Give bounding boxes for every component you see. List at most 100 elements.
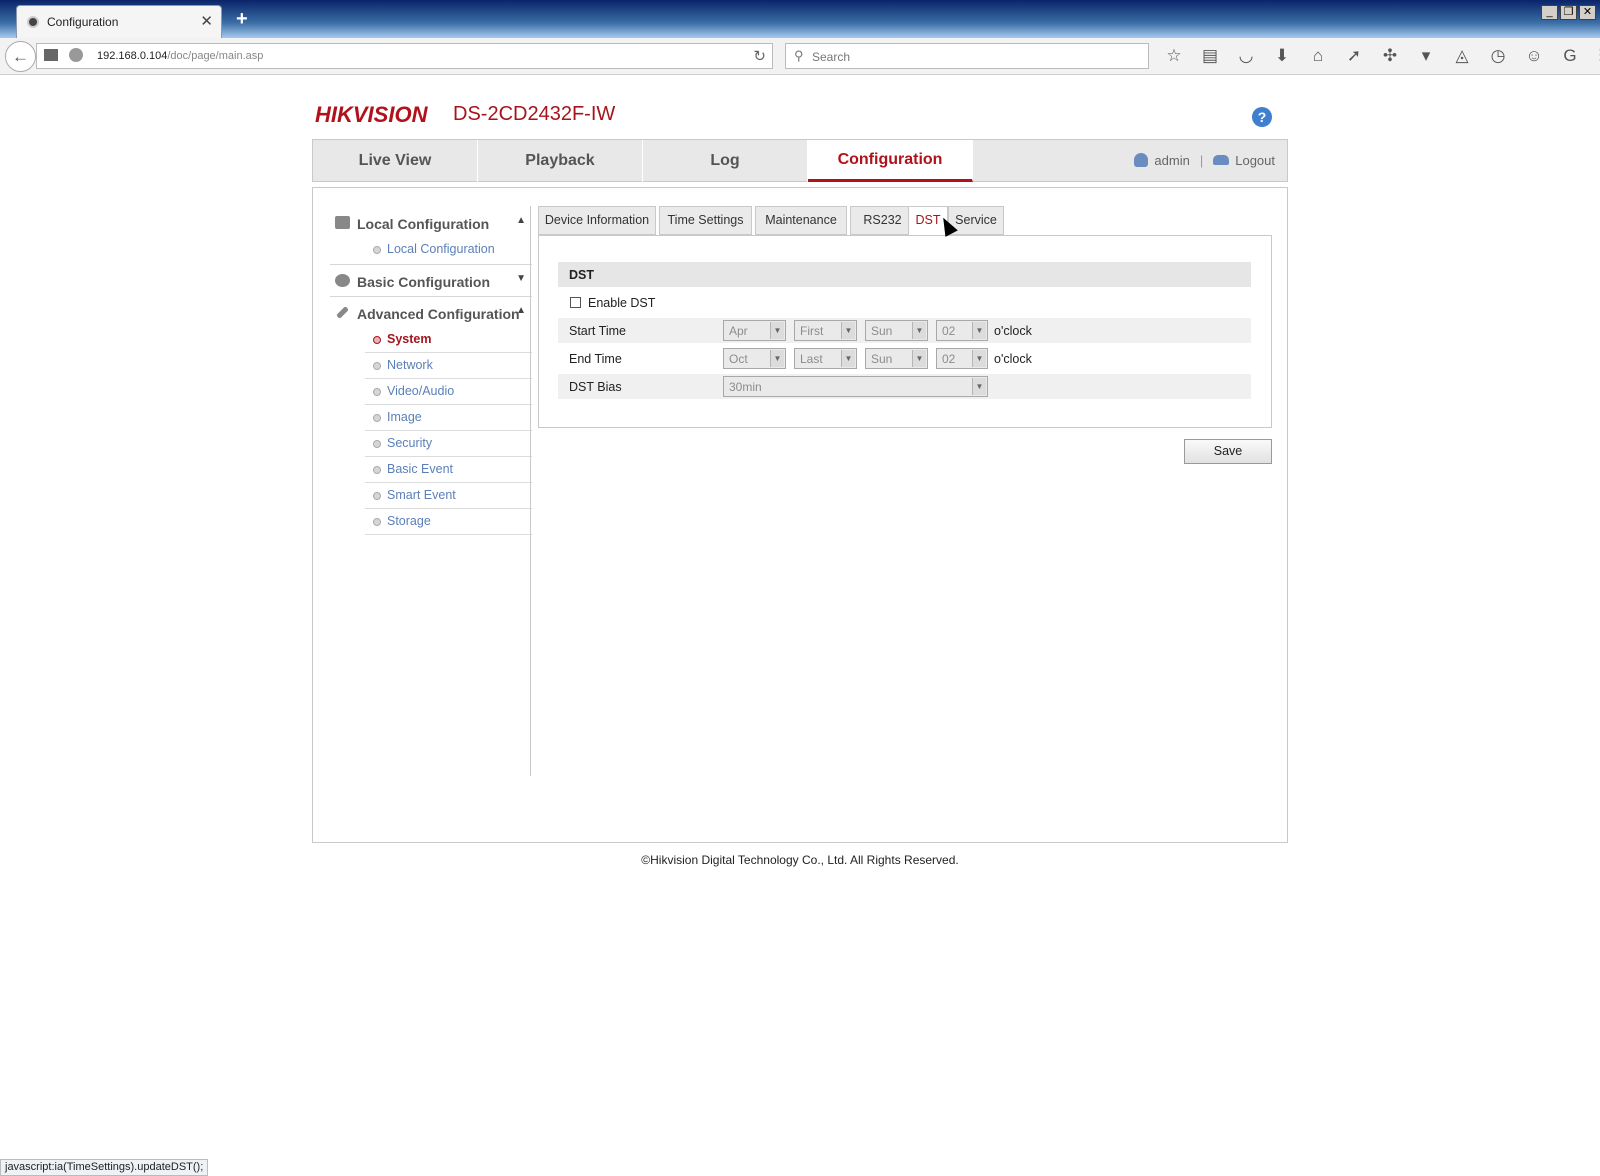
download-icon[interactable]: ⬇ — [1270, 46, 1294, 66]
bullet-icon — [373, 440, 381, 448]
start-day-select[interactable]: Sun ▼ — [865, 320, 928, 341]
pocket-icon[interactable]: ◡ — [1234, 46, 1258, 66]
user-icon — [1134, 153, 1149, 167]
search-input[interactable]: ⚲ Search — [785, 43, 1149, 69]
identity-icon[interactable] — [69, 48, 83, 62]
end-time-label: End Time — [569, 352, 622, 366]
extension-history-icon[interactable]: ◷ — [1486, 46, 1510, 66]
home-icon[interactable]: ⌂ — [1306, 46, 1330, 66]
main-nav: Live View Playback Log Configuration adm… — [312, 139, 1288, 182]
browser-tab[interactable]: Configuration ✕ — [16, 5, 222, 38]
chevron-up-icon[interactable]: ▲ — [516, 305, 526, 316]
sidebar-item-network[interactable]: Network — [365, 353, 532, 379]
reading-list-icon[interactable]: ▤ — [1198, 46, 1222, 66]
divider — [330, 296, 532, 297]
browser-navbar: ← 192.168.0.104/doc/page/main.asp ↻ ⚲ Se… — [0, 38, 1600, 75]
logout-link[interactable]: Logout — [1235, 153, 1275, 168]
sidebar-divider — [530, 206, 531, 776]
save-button[interactable]: Save — [1184, 439, 1272, 464]
sidebar-section-local[interactable]: Local Configuration ▲ — [330, 210, 532, 238]
start-time-row: Start Time Apr ▼ First ▼ Sun ▼ 02 ▼ o'clock — [558, 318, 1251, 343]
bullet-icon — [373, 518, 381, 526]
sidebar-item-security[interactable]: Security — [365, 431, 532, 457]
toolbar-icons: ☆ ▤ ◡ ⬇ ⌂ ➚ ✣ ▾ ◬ ◷ ☺ G ☰ — [1162, 46, 1600, 66]
tab-time-settings[interactable]: Time Settings — [659, 206, 752, 235]
section-label: Basic Configuration — [357, 274, 491, 290]
sidebar-item-label: Image — [387, 410, 422, 424]
sidebar-item-video-audio[interactable]: Video/Audio — [365, 379, 532, 405]
browser-titlebar: Configuration ✕ + _ ❐ ✕ — [0, 0, 1600, 38]
chevron-down-icon: ▼ — [972, 350, 986, 367]
nav-configuration[interactable]: Configuration — [808, 140, 973, 182]
select-value: Last — [800, 352, 823, 366]
menu-icon[interactable]: ☰ — [1594, 46, 1600, 66]
hikvision-logo: HIKVISION — [315, 102, 428, 127]
sidebar-item-label: Network — [387, 358, 433, 372]
sidebar-section-basic[interactable]: Basic Configuration ▼ — [330, 268, 532, 296]
chevron-down-icon[interactable]: ▼ — [516, 273, 526, 284]
dst-bias-select[interactable]: 30min ▼ — [723, 376, 988, 397]
sidebar-item-image[interactable]: Image — [365, 405, 532, 431]
start-month-select[interactable]: Apr ▼ — [723, 320, 786, 341]
chevron-down-icon: ▼ — [841, 350, 855, 367]
tab-maintenance[interactable]: Maintenance — [755, 206, 847, 235]
sidebar-item-smart-event[interactable]: Smart Event — [365, 483, 532, 509]
sidebar-item-local-configuration[interactable]: Local Configuration — [365, 237, 532, 263]
monitor-icon — [335, 216, 350, 229]
nav-live-view[interactable]: Live View — [313, 140, 478, 182]
restore-icon[interactable]: ❐ — [1560, 5, 1577, 20]
tab-rs232[interactable]: RS232 — [850, 206, 915, 235]
username: admin — [1154, 153, 1190, 168]
send-icon[interactable]: ➚ — [1342, 46, 1366, 66]
device-model: DS-2CD2432F-IW — [453, 103, 616, 125]
help-icon[interactable]: ? — [1252, 107, 1272, 127]
back-icon[interactable]: ← — [5, 41, 36, 72]
wrench-icon — [336, 306, 349, 319]
select-value: Oct — [729, 352, 748, 366]
bullet-icon — [373, 336, 381, 344]
end-hour-select[interactable]: 02 ▼ — [936, 348, 988, 369]
nav-playback[interactable]: Playback — [478, 140, 643, 182]
url-bar[interactable]: 192.168.0.104/doc/page/main.asp ↻ — [36, 43, 773, 69]
select-value: Apr — [729, 324, 748, 338]
select-value: Sun — [871, 324, 893, 338]
dropdown-icon[interactable]: ▾ — [1414, 46, 1438, 66]
close-tab-icon[interactable]: ✕ — [200, 12, 213, 30]
user-area: admin | Logout — [1134, 153, 1275, 168]
extension-icon[interactable]: ✣ — [1378, 46, 1402, 66]
sidebar-item-storage[interactable]: Storage — [365, 509, 532, 535]
close-window-icon[interactable]: ✕ — [1579, 5, 1596, 20]
nav-log[interactable]: Log — [643, 140, 808, 182]
reload-icon[interactable]: ↻ — [753, 47, 766, 65]
select-value: 02 — [942, 352, 956, 366]
end-month-select[interactable]: Oct ▼ — [723, 348, 786, 369]
chevron-up-icon[interactable]: ▲ — [516, 215, 526, 226]
new-tab-icon[interactable]: + — [236, 8, 248, 31]
bullet-icon — [373, 388, 381, 396]
search-placeholder: Search — [812, 50, 851, 64]
page-info-icon[interactable] — [44, 49, 58, 61]
sidebar-item-system[interactable]: System — [365, 327, 532, 353]
extension-g-icon[interactable]: G — [1558, 46, 1582, 66]
dst-bias-row: DST Bias 30min ▼ — [558, 374, 1251, 399]
logout-icon[interactable] — [1213, 155, 1230, 165]
user-separator: | — [1199, 153, 1204, 168]
chevron-down-icon: ▼ — [770, 350, 784, 367]
chevron-down-icon: ▼ — [972, 378, 986, 395]
extension-face-icon[interactable]: ☺ — [1522, 46, 1546, 66]
sidebar-item-basic-event[interactable]: Basic Event — [365, 457, 532, 483]
end-week-select[interactable]: Last ▼ — [794, 348, 857, 369]
sidebar-item-label: Basic Event — [387, 462, 454, 476]
minimize-icon[interactable]: _ — [1541, 5, 1558, 20]
sidebar-section-advanced[interactable]: Advanced Configuration ▲ — [330, 300, 532, 328]
sidebar-item-label: Local Configuration — [387, 242, 495, 256]
start-week-select[interactable]: First ▼ — [794, 320, 857, 341]
enable-dst-checkbox[interactable] — [570, 297, 581, 308]
start-hour-select[interactable]: 02 ▼ — [936, 320, 988, 341]
bookmark-star-icon[interactable]: ☆ — [1162, 46, 1186, 66]
end-day-select[interactable]: Sun ▼ — [865, 348, 928, 369]
dst-bias-label: DST Bias — [569, 380, 622, 394]
extension-drop-icon[interactable]: ◬ — [1450, 46, 1474, 66]
select-value: 02 — [942, 324, 956, 338]
tab-device-information[interactable]: Device Information — [538, 206, 656, 235]
